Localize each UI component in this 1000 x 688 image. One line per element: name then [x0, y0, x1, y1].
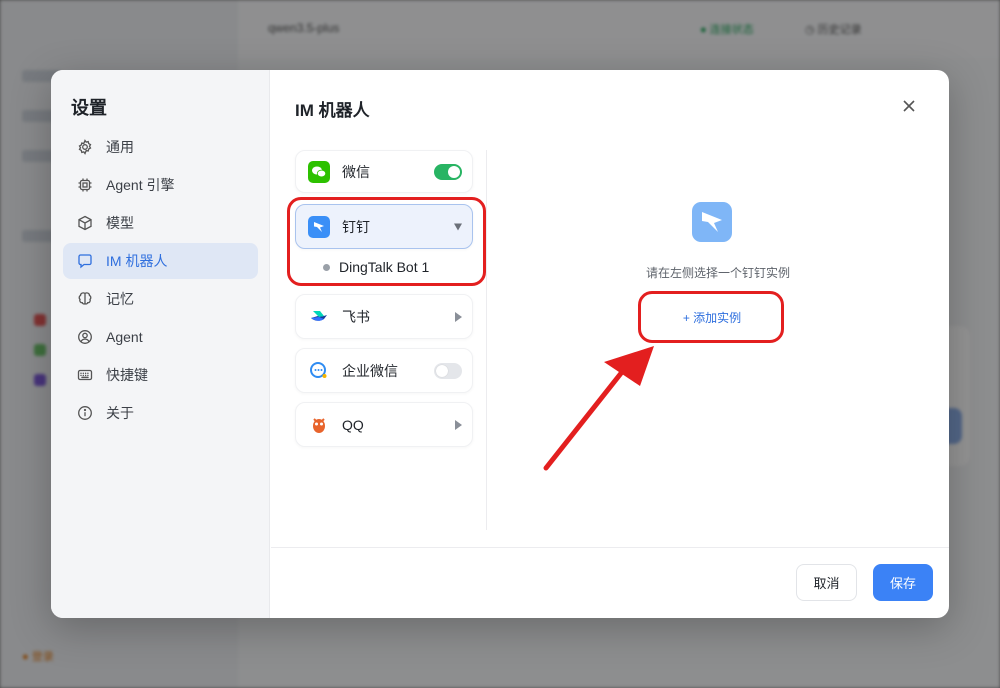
platform-wechat[interactable]: 微信 [295, 150, 473, 193]
nav-label: Agent [106, 329, 143, 345]
platform-label: 企业微信 [342, 362, 398, 379]
nav-label: 关于 [106, 405, 134, 421]
nav-item-about[interactable]: 关于 [63, 395, 258, 431]
nav-item-memory[interactable]: 记忆 [63, 281, 258, 317]
chip-icon [78, 178, 92, 192]
dialog-title: 设置 [71, 98, 107, 118]
platform-qq[interactable]: QQ [295, 402, 473, 447]
nav-item-agent-engine[interactable]: Agent 引擎 [63, 167, 258, 203]
nav-item-im-bot[interactable]: IM 机器人 [63, 243, 258, 279]
user-circle-icon [78, 330, 92, 344]
qq-icon [313, 417, 325, 433]
settings-dialog: 设置 通用 Agent 引擎 模型 IM 机器人 记忆 Agent 快捷键 关于… [51, 70, 949, 618]
nav-item-shortcuts[interactable]: 快捷键 [63, 357, 258, 393]
platform-label: 飞书 [342, 308, 370, 325]
brain-icon [78, 292, 92, 305]
save-button[interactable]: 保存 [873, 564, 933, 601]
chevron-right-icon [455, 311, 462, 322]
platform-label: QQ [342, 416, 364, 433]
cancel-button[interactable]: 取消 [796, 564, 857, 601]
wechat-icon [308, 160, 330, 183]
empty-state-text: 请在左侧选择一个钉钉实例 [645, 266, 790, 280]
footer-divider [271, 547, 949, 548]
nav-label: 快捷键 [106, 367, 148, 383]
nav-item-agent[interactable]: Agent [63, 319, 258, 355]
info-icon [78, 406, 92, 420]
annotation-box-add-instance [638, 291, 784, 343]
nav-label: 通用 [106, 139, 134, 155]
chevron-right-icon [455, 419, 462, 430]
nav-label: IM 机器人 [106, 253, 168, 269]
nav-label: 记忆 [106, 291, 134, 307]
close-icon[interactable] [899, 96, 919, 116]
nav-label: 模型 [106, 215, 134, 231]
annotation-box-dingtalk [287, 197, 486, 286]
cube-icon [78, 215, 92, 231]
nav-label: Agent 引擎 [106, 177, 175, 193]
nav-item-general[interactable]: 通用 [63, 129, 258, 165]
column-divider [486, 150, 487, 530]
keyboard-icon [77, 369, 93, 381]
settings-sidebar: 设置 通用 Agent 引擎 模型 IM 机器人 记忆 Agent 快捷键 关于 [51, 70, 270, 618]
wecom-toggle[interactable] [434, 362, 462, 379]
gear-icon [78, 139, 92, 155]
dingtalk-logo-icon [692, 202, 732, 242]
nav-item-model[interactable]: 模型 [63, 205, 258, 241]
wechat-toggle[interactable] [434, 163, 462, 180]
settings-nav: 通用 Agent 引擎 模型 IM 机器人 记忆 Agent 快捷键 关于 [63, 129, 258, 433]
wecom-icon [310, 361, 327, 378]
chat-bubble-icon [78, 254, 92, 269]
platform-wecom[interactable]: 企业微信 [295, 348, 473, 393]
content-title: IM 机器人 [295, 101, 370, 120]
platform-feishu[interactable]: 飞书 [295, 294, 473, 339]
feishu-icon [311, 310, 327, 321]
platform-label: 微信 [342, 163, 370, 180]
